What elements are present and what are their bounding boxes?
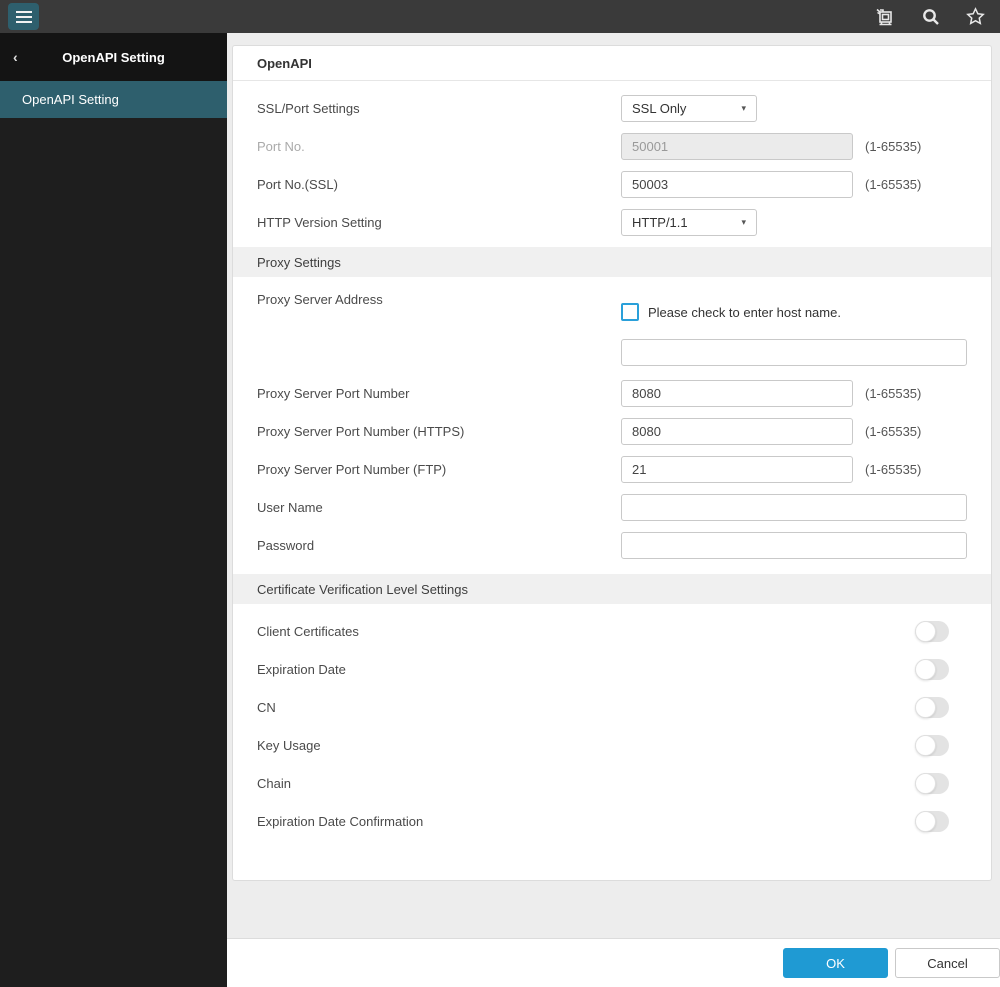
ssl-port-settings-value: SSL Only: [632, 100, 687, 116]
host-name-checkbox-line: Please check to enter host name.: [621, 303, 967, 321]
proxy-port-range-hint: (1-65535): [865, 385, 922, 401]
expiration-date-confirmation-toggle[interactable]: [915, 810, 949, 832]
caret-down-icon: ▾: [741, 216, 746, 227]
row-expiration-date: Expiration Date: [233, 650, 991, 688]
main-content: OpenAPI SSL/Port Settings SSL Only ▾ Por…: [227, 33, 1000, 987]
ok-button[interactable]: OK: [783, 948, 888, 978]
http-version-select[interactable]: HTTP/1.1 ▾: [621, 208, 757, 236]
row-proxy-port: Proxy Server Port Number (1-65535): [233, 374, 991, 412]
password-field[interactable]: [621, 531, 967, 559]
row-http-version: HTTP Version Setting HTTP/1.1 ▾: [233, 203, 991, 241]
ssl-port-settings-select[interactable]: SSL Only ▾: [621, 94, 757, 122]
proxy-port-https-label: Proxy Server Port Number (HTTPS): [257, 423, 465, 439]
certificate-toggle-list: Client Certificates Expiration Date CN K…: [233, 604, 991, 840]
row-expiration-date-confirmation: Expiration Date Confirmation: [233, 802, 991, 840]
cn-toggle[interactable]: [915, 696, 949, 718]
proxy-port-ftp-range-hint: (1-65535): [865, 461, 922, 477]
proxy-port-field[interactable]: [621, 379, 853, 407]
expiration-date-label: Expiration Date: [257, 661, 346, 677]
row-user-name: User Name: [233, 488, 991, 526]
row-proxy-port-ftp: Proxy Server Port Number (FTP) (1-65535): [233, 450, 991, 488]
sidebar-item-openapi-setting[interactable]: OpenAPI Setting: [0, 81, 227, 118]
openapi-form: SSL/Port Settings SSL Only ▾ Port No. (1…: [233, 81, 991, 840]
row-password: Password: [233, 526, 991, 564]
search-icon[interactable]: [921, 7, 941, 27]
proxy-settings-section-header: Proxy Settings: [233, 247, 991, 277]
ssl-port-settings-label: SSL/Port Settings: [257, 100, 360, 116]
port-no-ssl-range-hint: (1-65535): [865, 176, 922, 192]
row-ssl-port-settings: SSL/Port Settings SSL Only ▾: [233, 89, 991, 127]
hamburger-icon: [15, 10, 32, 13]
host-name-checkbox-label[interactable]: Please check to enter host name.: [648, 305, 841, 320]
client-certificates-label: Client Certificates: [257, 623, 359, 639]
proxy-port-https-range-hint: (1-65535): [865, 423, 922, 439]
topbar-actions: [873, 5, 986, 29]
host-name-checkbox[interactable]: [621, 303, 639, 321]
http-version-label: HTTP Version Setting: [257, 214, 382, 230]
chain-toggle[interactable]: [915, 772, 949, 794]
certificate-section-header: Certificate Verification Level Settings: [233, 574, 991, 604]
client-certificates-toggle[interactable]: [915, 620, 949, 642]
key-usage-toggle[interactable]: [915, 734, 949, 756]
sidebar-title: OpenAPI Setting: [62, 49, 165, 65]
sidebar-item-label: OpenAPI Setting: [22, 92, 119, 107]
key-usage-label: Key Usage: [257, 737, 321, 753]
openapi-panel: OpenAPI SSL/Port Settings SSL Only ▾ Por…: [232, 45, 992, 881]
proxy-server-address-label: Proxy Server Address: [257, 292, 383, 307]
user-name-label: User Name: [257, 499, 323, 515]
proxy-port-https-field[interactable]: [621, 417, 853, 445]
proxy-server-address-field[interactable]: [621, 339, 967, 366]
cancel-button[interactable]: Cancel: [895, 948, 1000, 978]
row-key-usage: Key Usage: [233, 726, 991, 764]
expiration-date-confirmation-label: Expiration Date Confirmation: [257, 813, 424, 829]
row-proxy-server-address: Proxy Server Address Please check to ent…: [233, 277, 991, 368]
chain-label: Chain: [257, 775, 291, 791]
port-no-ssl-field[interactable]: [621, 170, 853, 198]
star-icon[interactable]: [965, 6, 986, 27]
action-footer: OK Cancel: [227, 938, 1000, 987]
row-port-no-ssl: Port No.(SSL) (1-65535): [233, 165, 991, 203]
password-label: Password: [257, 537, 315, 553]
topbar: [0, 0, 1000, 33]
http-version-value: HTTP/1.1: [632, 214, 688, 230]
proxy-port-label: Proxy Server Port Number: [257, 385, 410, 401]
row-cn: CN: [233, 688, 991, 726]
user-name-field[interactable]: [621, 493, 967, 521]
row-client-certificates: Client Certificates: [233, 612, 991, 650]
proxy-port-ftp-label: Proxy Server Port Number (FTP): [257, 461, 447, 477]
port-no-ssl-label: Port No.(SSL): [257, 176, 338, 192]
cn-label: CN: [257, 699, 276, 715]
row-chain: Chain: [233, 764, 991, 802]
menu-button[interactable]: [8, 3, 39, 30]
back-chevron-icon[interactable]: ‹: [13, 50, 18, 64]
panel-title: OpenAPI: [233, 46, 991, 81]
port-no-range-hint: (1-65535): [865, 138, 922, 154]
printer-icon[interactable]: [873, 5, 897, 29]
caret-down-icon: ▾: [741, 102, 746, 113]
proxy-port-ftp-field[interactable]: [621, 455, 853, 483]
row-proxy-port-https: Proxy Server Port Number (HTTPS) (1-6553…: [233, 412, 991, 450]
sidebar-header: ‹ OpenAPI Setting: [0, 33, 227, 81]
sidebar: ‹ OpenAPI Setting OpenAPI Setting: [0, 33, 227, 987]
port-no-label: Port No.: [257, 138, 305, 154]
expiration-date-toggle[interactable]: [915, 658, 949, 680]
port-no-field: [621, 132, 853, 160]
row-port-no: Port No. (1-65535): [233, 127, 991, 165]
